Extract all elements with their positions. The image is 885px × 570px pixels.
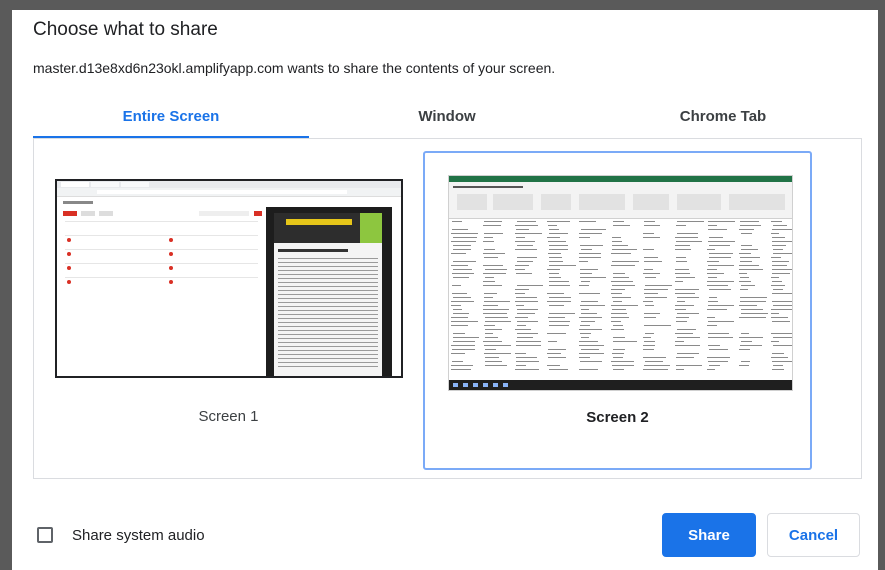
pdf-viewer-preview (266, 207, 392, 376)
excel-sheet-preview (449, 219, 792, 375)
share-audio-checkbox[interactable] (37, 527, 53, 543)
screen-2-tile[interactable]: Screen 2 (423, 151, 812, 470)
browser-tabstrip-preview (57, 181, 401, 188)
cancel-button[interactable]: Cancel (767, 513, 860, 557)
screen-1-label: Screen 1 (198, 408, 259, 425)
source-tabs: Entire Screen Window Chrome Tab (33, 103, 862, 139)
dialog-subtitle: master.d13e8xd6n23okl.amplifyapp.com wan… (33, 60, 556, 76)
share-dialog: Choose what to share master.d13e8xd6n23o… (12, 10, 878, 570)
tab-window[interactable]: Window (309, 103, 585, 139)
dialog-title: Choose what to share (33, 19, 218, 40)
screen-2-label: Screen 2 (586, 409, 649, 426)
share-audio-label: Share system audio (72, 527, 205, 544)
tab-entire-screen[interactable]: Entire Screen (33, 103, 309, 139)
screen-1-tile[interactable]: Screen 1 (34, 149, 423, 469)
share-button[interactable]: Share (662, 513, 756, 557)
pdf-page-preview (274, 213, 382, 376)
browser-addressbar-preview (57, 188, 401, 197)
file-list-preview (59, 197, 264, 376)
excel-ribbon-preview (449, 182, 792, 219)
screen-picker-panel: Screen 1 Screen 2 (33, 139, 862, 479)
screen-2-thumbnail (448, 175, 793, 391)
taskbar-preview (449, 380, 792, 390)
tab-chrome-tab[interactable]: Chrome Tab (585, 103, 861, 139)
screen-1-thumbnail (55, 179, 403, 378)
